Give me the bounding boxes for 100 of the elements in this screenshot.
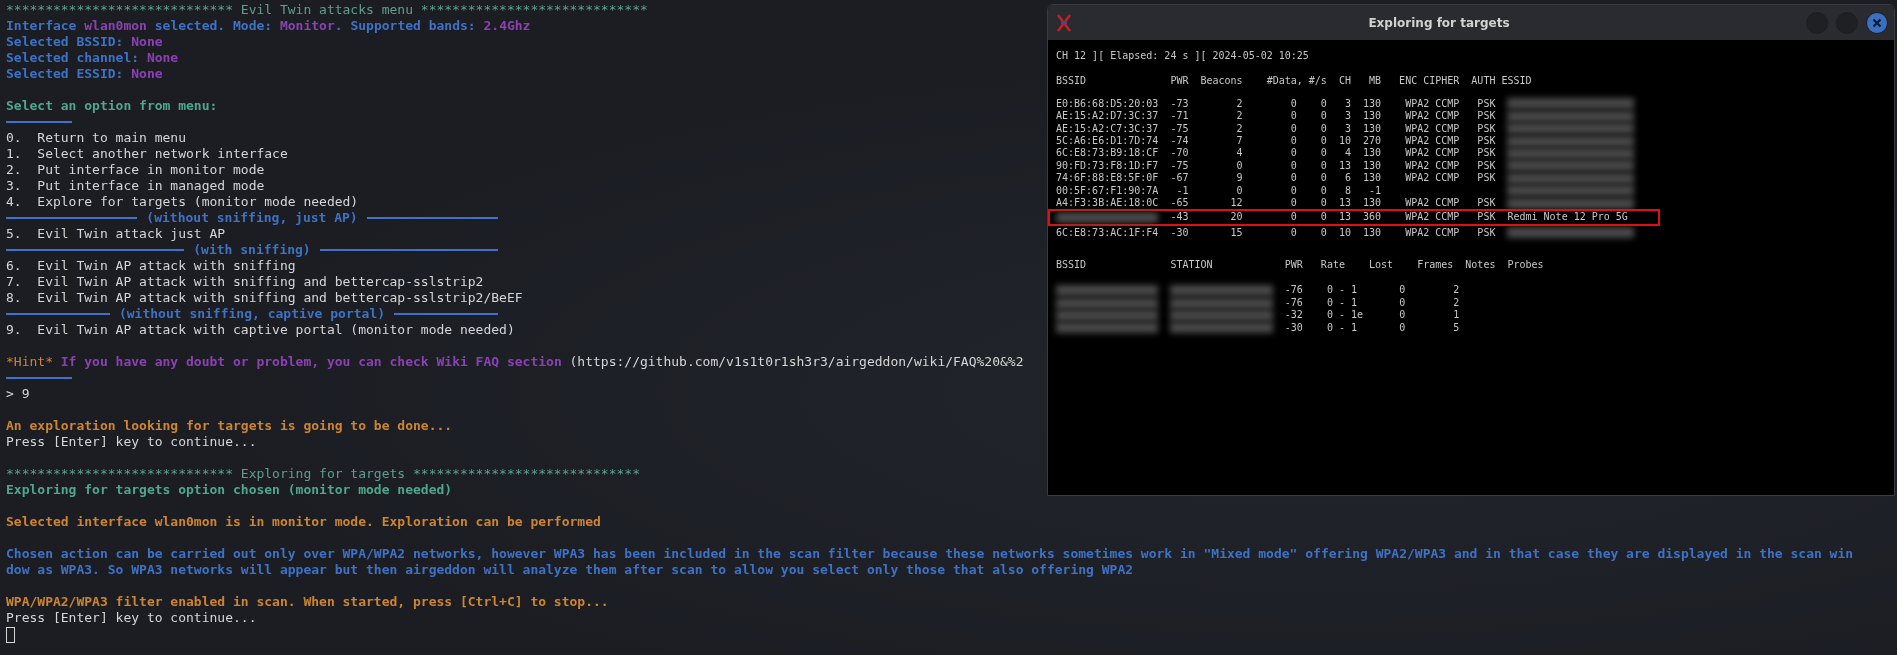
column-header: MB <box>1369 75 1383 88</box>
table-cell: 7 <box>1236 134 1243 146</box>
table-cell: 0 <box>1320 122 1327 134</box>
table-cell: WPA2 <box>1405 159 1430 171</box>
table-cell: A4:F3:3B:AE:18:0C <box>1056 196 1159 208</box>
table-cell: 0 <box>1320 184 1327 196</box>
table-cell: 130 <box>1363 226 1382 238</box>
terminal-line: Selected interface wlan0mon is in monitor mode. Exploration can be performed <box>6 514 601 530</box>
table-cell: 6C:E8:73:AC:1F:F4 <box>1056 226 1159 238</box>
table-cell: 10 <box>1338 134 1351 146</box>
table-cell: 130 <box>1363 159 1382 171</box>
close-button[interactable] <box>1866 11 1888 34</box>
table-cell: -73 <box>1170 97 1189 109</box>
table-cell: -30 <box>1284 321 1303 333</box>
column-header: ENC <box>1399 75 1419 88</box>
table-cell: AE:15:A2:D7:3C:37 <box>1056 110 1159 122</box>
table-cell: 0 <box>1290 184 1297 196</box>
table-cell: WPA2 <box>1405 122 1430 134</box>
table-cell: 0 <box>1290 211 1297 223</box>
table-cell: 6C:E8:73:B9:18:CF <box>1056 147 1159 159</box>
terminal-line: 2. Put interface in monitor mode <box>6 162 265 178</box>
table-cell: 0 - 1e <box>1326 309 1363 321</box>
table-cell: -32 <box>1284 309 1303 321</box>
column-header: #Data, #/s <box>1266 75 1328 88</box>
terminal-line: Press [Enter] key to continue... <box>6 610 257 626</box>
table-cell: 0 <box>1320 172 1327 184</box>
terminal-line: 7. Evil Twin AP attack with sniffing and bettercap-sslstrip2 <box>6 274 484 290</box>
table-cell: WPA2 <box>1405 196 1430 208</box>
separator-label: (without sniffing, captive portal) <box>118 306 386 322</box>
terminal-line: 6. Evil Twin AP attack with sniffing <box>6 258 296 274</box>
table-cell: 3 <box>1344 110 1351 122</box>
table-cell: CCMP <box>1435 226 1460 238</box>
text-cursor <box>6 627 15 643</box>
table-cell: 13 <box>1338 159 1351 171</box>
column-header: CIPHER <box>1423 75 1461 88</box>
table-cell: 360 <box>1363 211 1382 223</box>
table-cell: 0 <box>1236 159 1243 171</box>
table-cell: CCMP <box>1435 97 1460 109</box>
table-cell: 0 - 1 <box>1326 321 1357 333</box>
table-cell: 0 <box>1290 110 1297 122</box>
terminal-line: Selected BSSID: None <box>6 34 163 50</box>
table-cell: 130 <box>1363 172 1382 184</box>
table-cell: 12 <box>1230 196 1243 208</box>
table-cell: WPA2 <box>1405 147 1430 159</box>
table-cell: 0 <box>1290 159 1297 171</box>
table-cell: 2 <box>1236 122 1243 134</box>
table-cell: WPA2 <box>1405 97 1430 109</box>
table-cell: 0 <box>1320 134 1327 146</box>
app-logo-icon <box>1056 13 1072 32</box>
terminal-line: ***************************** Exploring for targets ***************************** <box>6 466 640 482</box>
table-cell: -75 <box>1170 122 1189 134</box>
table-cell: 3 <box>1344 97 1351 109</box>
table-cell: 8 <box>1344 184 1351 196</box>
status-line: CH 12 ][ Elapsed: 24 s ][ 2024-05-02 10:25 <box>1056 50 1309 63</box>
column-header: Notes <box>1465 259 1497 272</box>
table-cell: 2 <box>1236 97 1243 109</box>
table-cell: 9 <box>1236 172 1243 184</box>
terminal-line: 1. Select another network interface <box>6 146 288 162</box>
terminal-line: 8. Evil Twin AP attack with sniffing and bettercap-sslstrip2/BeEF <box>6 290 523 306</box>
table-cell: 0 <box>1290 172 1297 184</box>
column-header: ESSID <box>1501 75 1532 88</box>
terminal-line: Exploring for targets option chosen (monitor mode needed) <box>6 482 453 498</box>
table-cell: 20 <box>1230 211 1243 223</box>
column-header: STATION <box>1170 259 1214 272</box>
terminal-line: *Hint* If you have any doubt or problem, you can check Wiki FAQ section (https://github.com/v1s1t0r1sh3r3/airgeddon/wiki/FAQ%20&%2 <box>6 354 1024 370</box>
table-cell: 130 <box>1363 97 1382 109</box>
table-cell: 5C:A6:E6:D1:7D:74 <box>1056 134 1159 146</box>
table-cell: 0 <box>1320 110 1327 122</box>
table-cell: 0 <box>1290 196 1297 208</box>
terminal-line: dow as WPA3. So WPA3 networks will appear but then airgeddon will analyze them after scan to allow you select only those that also offering WPA2 <box>6 562 1134 578</box>
table-cell: 00:5F:67:F1:90:7A <box>1056 184 1159 196</box>
column-header: Lost <box>1369 259 1395 272</box>
table-cell: WPA2 <box>1405 226 1430 238</box>
table-cell: PSK <box>1477 122 1496 134</box>
table-cell: 0 <box>1399 284 1406 296</box>
table-cell: 0 <box>1399 296 1406 308</box>
table-cell: -65 <box>1170 196 1189 208</box>
table-cell: -1 <box>1369 184 1382 196</box>
close-icon <box>1872 17 1882 28</box>
table-cell: 6 <box>1344 172 1351 184</box>
table-cell: 0 <box>1290 134 1297 146</box>
table-cell: -76 <box>1284 284 1303 296</box>
terminal-line: Press [Enter] key to continue... <box>6 434 257 450</box>
table-cell: 2 <box>1453 284 1460 296</box>
terminal-line: WPA/WPA2/WPA3 filter enabled in scan. When started, press [Ctrl+C] to stop... <box>6 594 609 610</box>
separator-label: (without sniffing, just AP) <box>146 210 358 226</box>
table-cell: 0 <box>1399 309 1406 321</box>
table-cell: 1 <box>1453 309 1460 321</box>
table-cell: -1 <box>1176 184 1189 196</box>
table-cell: 130 <box>1363 196 1382 208</box>
table-cell: 2 <box>1236 110 1243 122</box>
column-header: BSSID <box>1056 259 1088 272</box>
table-cell: -74 <box>1170 134 1189 146</box>
window-title: Exploring for targets <box>1367 15 1511 30</box>
table-cell: -75 <box>1170 159 1189 171</box>
terminal-line: 5. Evil Twin attack just AP <box>6 226 226 242</box>
table-cell: 0 <box>1290 97 1297 109</box>
terminal-line: 4. Explore for targets (monitor mode needed) <box>6 194 359 210</box>
table-cell: 13 <box>1338 211 1351 223</box>
table-cell: 0 <box>1290 226 1297 238</box>
